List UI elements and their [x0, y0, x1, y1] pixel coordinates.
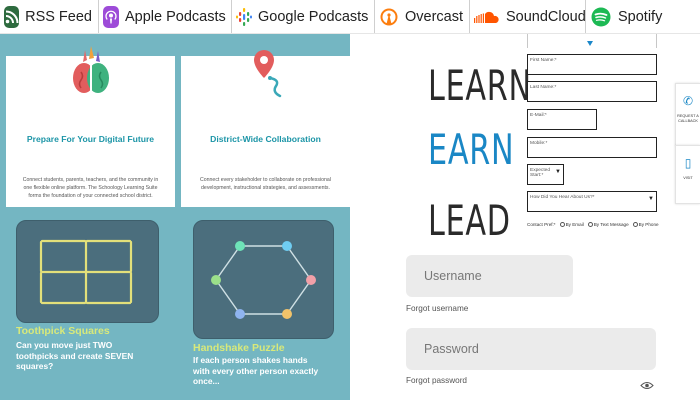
- card-title: Prepare For Your Digital Future: [26, 134, 155, 144]
- forgot-password-link[interactable]: Forgot password: [406, 376, 467, 385]
- password-input[interactable]: [406, 328, 656, 370]
- location-path-icon: [242, 44, 290, 98]
- puzzle-text: Can you move just TWO toothpicks and cre…: [16, 340, 134, 372]
- apple-podcasts-icon: [103, 5, 119, 28]
- brain-icon: [67, 44, 115, 98]
- soundcloud-icon: [474, 6, 500, 28]
- card-title: District-Wide Collaboration: [210, 134, 321, 144]
- last-name-field[interactable]: Last Name:*: [527, 81, 657, 102]
- first-name-field[interactable]: First Name:*: [527, 54, 657, 75]
- apple-podcasts-label: Apple Podcasts: [125, 8, 226, 25]
- slogan-learn: LEARN: [428, 61, 532, 110]
- contact-preference: Contact Pref:* By Email By Text Message …: [527, 222, 659, 228]
- google-podcasts-label: Google Podcasts: [258, 8, 369, 25]
- slogan-earn: EARN: [428, 125, 515, 174]
- soundcloud-label: SoundCloud: [506, 8, 586, 25]
- spotify-icon: [590, 6, 612, 28]
- slogan-lead: LEAD: [428, 198, 511, 238]
- request-callback-tab[interactable]: ✆ REQUEST A CALLBACK: [675, 83, 700, 146]
- google-podcasts-icon: [236, 6, 252, 28]
- card-text: Connect students, parents, teachers, and…: [22, 177, 159, 199]
- radio-button[interactable]: [559, 222, 565, 228]
- puzzle-title[interactable]: Handshake Puzzle: [193, 342, 285, 354]
- spotify-label: Spotify: [618, 8, 663, 25]
- mobile-field[interactable]: Mobile:*: [527, 137, 657, 158]
- overcast-link[interactable]: Overcast: [375, 0, 470, 33]
- radio-button[interactable]: [632, 222, 638, 228]
- features-panel: Prepare For Your Digital Future Connect …: [0, 34, 350, 400]
- rss-icon: [4, 5, 20, 28]
- google-podcasts-link[interactable]: Google Podcasts: [232, 0, 375, 33]
- visit-tab[interactable]: ▯ VISIT: [675, 145, 700, 204]
- feature-card: Prepare For Your Digital Future Connect …: [6, 46, 175, 207]
- rss-feed-link[interactable]: RSS Feed: [0, 0, 99, 33]
- apple-podcasts-link[interactable]: Apple Podcasts: [99, 0, 232, 33]
- mobile-icon: ▯: [684, 156, 692, 170]
- toothpick-puzzle-image[interactable]: [16, 220, 159, 323]
- side-tab-label: VISIT: [683, 176, 693, 180]
- overcast-icon: [379, 6, 399, 28]
- contact-pref-label: Contact Pref:*: [527, 222, 556, 228]
- soundcloud-link[interactable]: SoundCloud: [470, 0, 586, 33]
- phone-icon: ✆: [682, 94, 694, 108]
- rss-feed-label: RSS Feed: [25, 8, 92, 25]
- chevron-down-icon: [587, 41, 593, 46]
- contact-email-option[interactable]: By Email: [559, 222, 584, 228]
- forgot-username-link[interactable]: Forgot username: [406, 304, 468, 313]
- feature-card: District-Wide Collaboration Connect ever…: [181, 50, 350, 207]
- heard-about-select[interactable]: How Did You Hear About Us?*: [527, 191, 657, 212]
- podcast-bar: RSS Feed Apple Podcasts Google Podcasts …: [0, 0, 700, 34]
- puzzle-title[interactable]: Toothpick Squares: [16, 325, 110, 337]
- card-text: Connect every stakeholder to collaborate…: [200, 177, 331, 191]
- contact-phone-option[interactable]: By Phone: [632, 222, 659, 228]
- eye-icon[interactable]: [640, 377, 654, 389]
- spotify-link[interactable]: Spotify: [586, 0, 672, 33]
- puzzle-text: If each person shakes hands with every o…: [193, 355, 319, 387]
- contact-text-option[interactable]: By Text Message: [587, 222, 629, 228]
- overcast-label: Overcast: [404, 8, 463, 25]
- radio-button[interactable]: [587, 222, 593, 228]
- handshake-puzzle-image[interactable]: [193, 220, 334, 339]
- username-input[interactable]: [406, 255, 573, 297]
- email-field[interactable]: E-Mail:*: [527, 109, 597, 130]
- expected-start-select[interactable]: Expected Start:*: [527, 164, 564, 185]
- side-tab-label: REQUEST A CALLBACK: [677, 114, 699, 123]
